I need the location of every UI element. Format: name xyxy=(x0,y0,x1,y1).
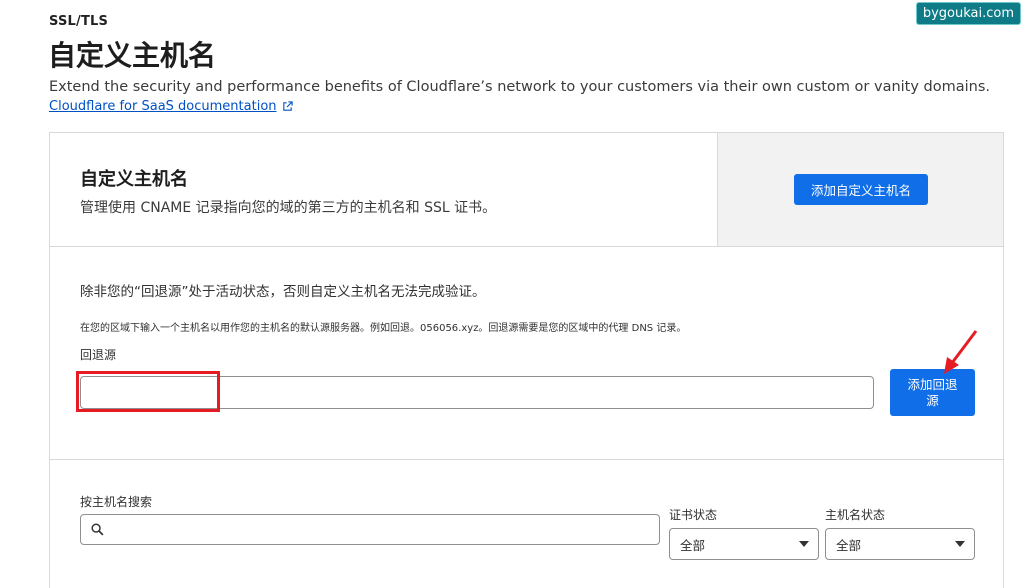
annotation-arrow-icon xyxy=(944,330,978,374)
hostname-status-value: 全部 xyxy=(836,537,862,553)
card-title: 自定义主机名 xyxy=(80,169,188,190)
hostname-status-select[interactable]: 全部 xyxy=(825,528,975,560)
card-header: 自定义主机名 管理使用 CNAME 记录指向您的域的第三方的主机名和 SSL 证… xyxy=(50,133,1003,247)
fallback-origin-notice: 除非您的“回退源”处于活动状态，否则自定义主机名无法完成验证。 xyxy=(80,284,486,300)
hostname-search-section: 按主机名搜索 证书状态 全部 主机名状态 全部 xyxy=(50,461,1003,588)
saas-documentation-link-text: Cloudflare for SaaS documentation xyxy=(49,99,277,114)
cert-status-label: 证书状态 xyxy=(669,508,718,522)
external-link-icon xyxy=(282,101,293,111)
fallback-origin-label: 回退源 xyxy=(80,348,117,362)
cert-status-select[interactable]: 全部 xyxy=(669,528,819,560)
search-icon xyxy=(91,523,104,536)
page-title: 自定义主机名 xyxy=(48,39,217,72)
search-label: 按主机名搜索 xyxy=(80,495,153,509)
chevron-down-icon xyxy=(799,541,809,547)
hostname-status-label: 主机名状态 xyxy=(825,508,886,522)
hostname-search-box[interactable] xyxy=(80,514,660,545)
breadcrumb: SSL/TLS xyxy=(49,14,109,29)
fallback-origin-section: 除非您的“回退源”处于活动状态，否则自定义主机名无法完成验证。 在您的区域下输入… xyxy=(50,247,1003,460)
saas-documentation-link[interactable]: Cloudflare for SaaS documentation xyxy=(49,99,293,114)
card-description: 管理使用 CNAME 记录指向您的域的第三方的主机名和 SSL 证书。 xyxy=(80,200,497,216)
annotation-highlight-box xyxy=(76,371,220,412)
page-description: Extend the security and performance bene… xyxy=(49,79,991,95)
cert-status-value: 全部 xyxy=(680,537,706,553)
custom-hostnames-card: 自定义主机名 管理使用 CNAME 记录指向您的域的第三方的主机名和 SSL 证… xyxy=(49,132,1004,588)
card-header-actions: 添加自定义主机名 xyxy=(718,133,1003,246)
fallback-origin-hint: 在您的区域下输入一个主机名以用作您的主机名的默认源服务器。例如回退。056056… xyxy=(80,323,687,334)
add-custom-hostname-button[interactable]: 添加自定义主机名 xyxy=(794,174,928,205)
chevron-down-icon xyxy=(955,541,965,547)
card-header-info: 自定义主机名 管理使用 CNAME 记录指向您的域的第三方的主机名和 SSL 证… xyxy=(50,133,718,246)
hostname-search-input[interactable] xyxy=(110,515,659,544)
watermark: bygoukai.com xyxy=(915,2,1021,25)
